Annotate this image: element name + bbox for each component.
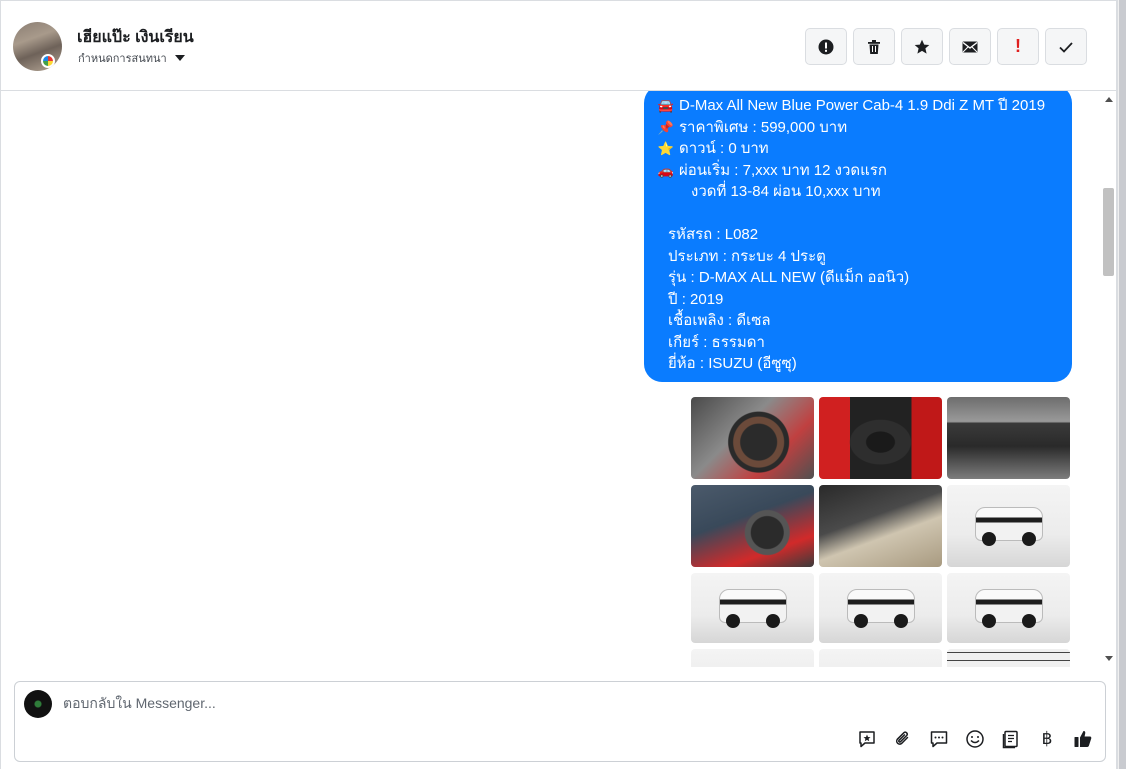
contact-avatar[interactable] xyxy=(13,22,62,71)
trash-icon xyxy=(868,39,880,54)
star-button[interactable] xyxy=(901,28,943,65)
message-detail-line: เชื้อเพลิง : ดีเซล xyxy=(668,312,771,329)
assign-conversation-dropdown[interactable]: กำหนดการสนทนา xyxy=(78,49,185,67)
envelope-icon xyxy=(962,41,978,52)
message-bubble-outgoing[interactable]: 🚘 D-Max All New Blue Power Cab-4 1.9 Ddi… xyxy=(644,91,1072,382)
message-line: ดาวน์ : 0 บาท xyxy=(679,140,769,157)
car-icon: 🚘 xyxy=(657,98,675,113)
chat-bubble-icon xyxy=(930,731,948,748)
mark-unread-button[interactable] xyxy=(949,28,991,65)
photo-gear-shift[interactable] xyxy=(819,397,942,479)
scroll-down-arrow-icon[interactable] xyxy=(1105,656,1113,661)
thread-scrollbar[interactable] xyxy=(1101,91,1116,667)
window-scrollbar-thumb[interactable] xyxy=(1119,0,1126,769)
like-icon xyxy=(1074,731,1092,747)
message-line: D-Max All New Blue Power Cab-4 1.9 Ddi Z… xyxy=(679,97,1046,114)
saved-reply-icon xyxy=(859,731,875,748)
message-line: งวดที่ 13-84 ผ่อน 10,xxx บาท xyxy=(691,183,881,200)
contact-name[interactable]: เฮียแป๊ะ เงินเรียน xyxy=(77,25,194,50)
message-detail-line: เกียร์ : ธรรมดา xyxy=(668,333,765,351)
photo-attachment-grid xyxy=(691,397,1072,667)
follow-up-button[interactable]: ! xyxy=(997,28,1039,65)
mark-spam-button[interactable] xyxy=(805,28,847,65)
message-thread: 🚘 D-Max All New Blue Power Cab-4 1.9 Ddi… xyxy=(2,91,1102,667)
map-pin-icon xyxy=(41,54,55,68)
delete-button[interactable] xyxy=(853,28,895,65)
message-detail-line: ปี : 2019 xyxy=(668,290,724,308)
scroll-up-arrow-icon[interactable] xyxy=(1105,97,1113,102)
conversation-header: เฮียแป๊ะ เงินเรียน กำหนดการสนทนา ! xyxy=(1,0,1117,91)
message-detail-line: ประเภท : กระบะ 4 ประตู xyxy=(668,247,826,265)
message-line: ผ่อนเริ่ม : 7,xxx บาท 12 งวดแรก xyxy=(679,161,887,179)
payment-button[interactable]: ฿ xyxy=(1035,727,1059,751)
assign-conversation-label: กำหนดการสนทนา xyxy=(78,53,167,65)
photo-steering-wheel[interactable] xyxy=(691,397,814,479)
message-line: ราคาพิเศษ : 599,000 บาท xyxy=(679,118,848,136)
scrollbar-thumb[interactable] xyxy=(1103,188,1114,276)
reply-input[interactable] xyxy=(63,695,763,711)
exclamation-icon: ! xyxy=(1015,36,1021,56)
catalog-icon xyxy=(1002,730,1018,749)
star-emoji-icon: ⭐ xyxy=(657,141,675,156)
quick-reply-button[interactable] xyxy=(927,727,951,751)
attach-file-button[interactable] xyxy=(891,727,915,751)
reply-composer: ฿ xyxy=(14,681,1106,762)
photo-door-panel[interactable] xyxy=(819,485,942,567)
mark-done-button[interactable] xyxy=(1045,28,1087,65)
photo-truck-rear[interactable] xyxy=(947,573,1070,643)
photo-truck-side[interactable] xyxy=(819,573,942,643)
window-scrollbar[interactable] xyxy=(1117,0,1126,769)
photo-truck-front-angle[interactable] xyxy=(947,485,1070,567)
saved-reply-button[interactable] xyxy=(855,727,879,751)
caret-down-icon xyxy=(174,55,185,61)
photo-partial-2[interactable] xyxy=(819,649,942,667)
message-detail-line: รุ่น : D-MAX ALL NEW (ดีแม็ก ออนิว) xyxy=(668,269,910,286)
check-icon xyxy=(1059,41,1073,53)
catalog-button[interactable] xyxy=(999,727,1023,751)
emoji-button[interactable] xyxy=(963,727,987,751)
composer-toolbar: ฿ xyxy=(855,727,1095,751)
photo-driver-cabin[interactable] xyxy=(691,485,814,567)
photo-truck-front[interactable] xyxy=(691,573,814,643)
attachment-icon xyxy=(895,731,909,745)
photo-partial-1[interactable] xyxy=(691,649,814,667)
star-icon xyxy=(914,39,930,54)
pushpin-icon: 📌 xyxy=(657,119,675,135)
like-button[interactable] xyxy=(1071,727,1095,751)
alert-circle-icon xyxy=(818,39,834,54)
inbox-conversation-panel: เฮียแป๊ะ เงินเรียน กำหนดการสนทนา ! 🚘 D-M… xyxy=(0,0,1117,769)
baht-icon: ฿ xyxy=(1041,729,1053,749)
emoji-icon xyxy=(966,730,984,748)
car-side-icon: 🚗 xyxy=(657,162,675,178)
message-detail-line: รหัสรถ : L082 xyxy=(668,226,759,243)
message-detail-line: ยี่ห้อ : ISUZU (อีซูซุ) xyxy=(668,355,797,372)
page-avatar xyxy=(24,690,52,718)
photo-dashboard-console[interactable] xyxy=(947,397,1070,479)
photo-partial-3[interactable] xyxy=(947,649,1070,667)
